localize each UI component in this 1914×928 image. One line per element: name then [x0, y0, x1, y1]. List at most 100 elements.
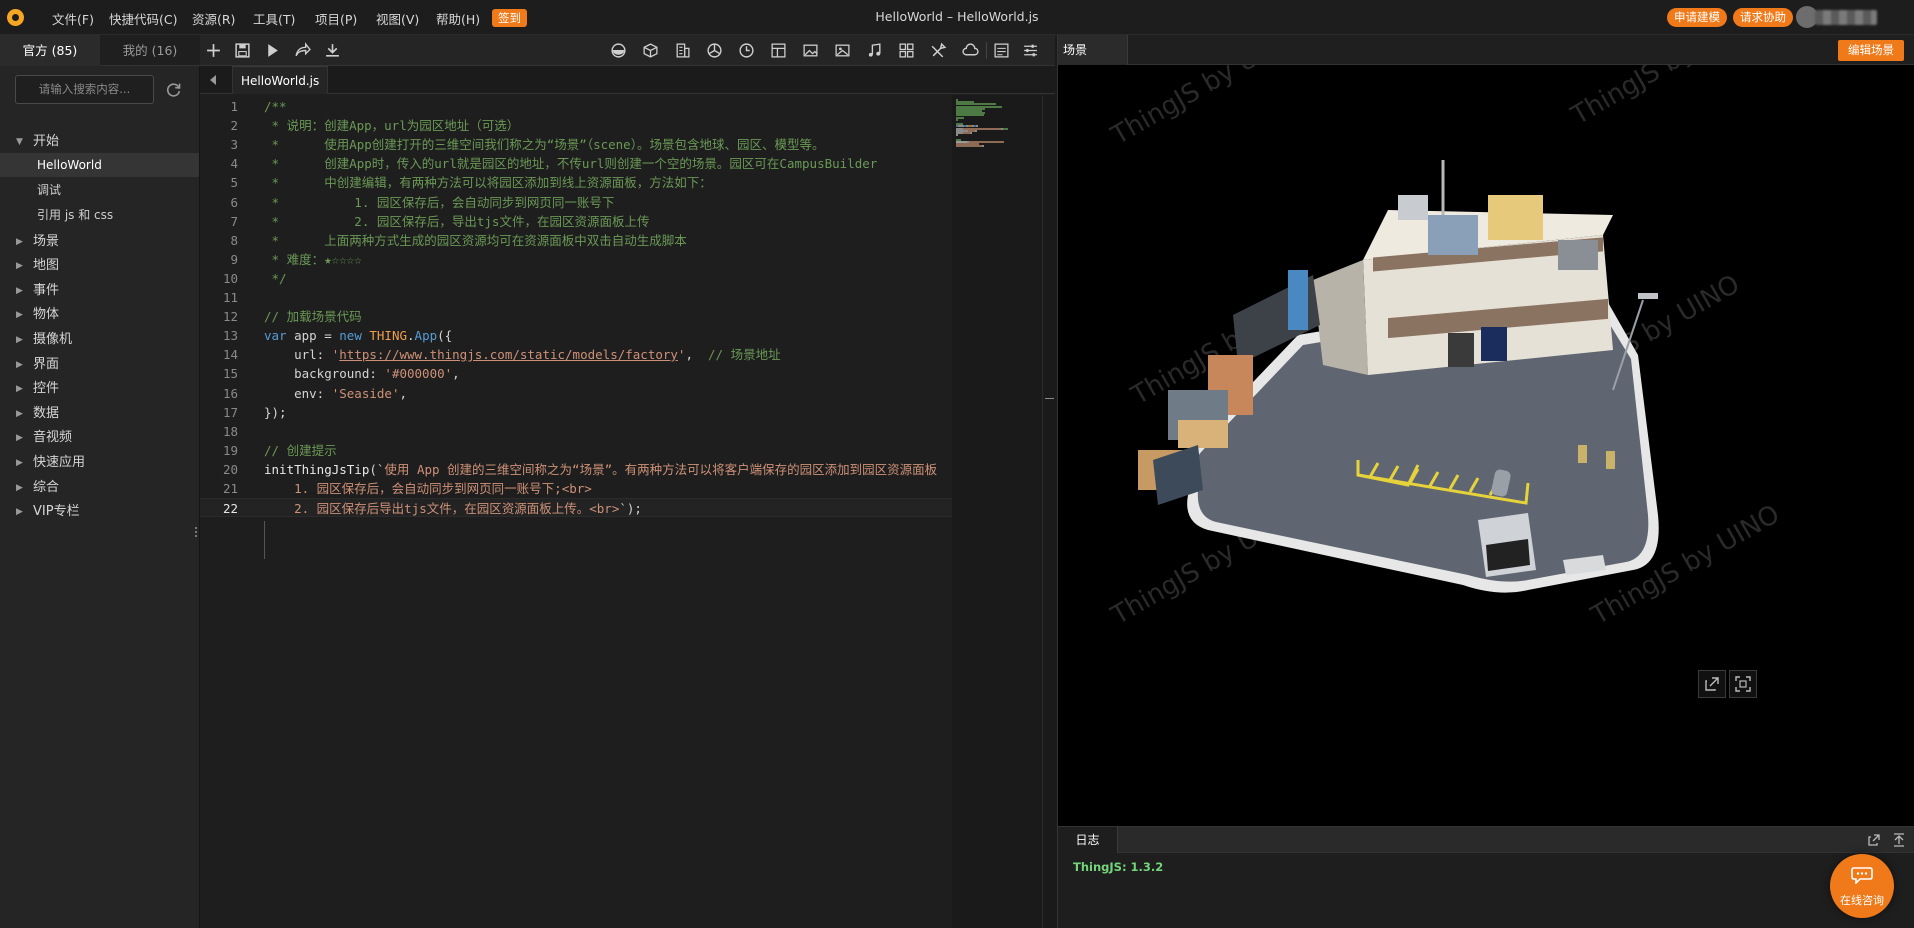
menu-resources[interactable]: 资源(R)	[192, 9, 235, 28]
music-icon[interactable]	[866, 42, 883, 59]
tab-scene[interactable]: 场景	[1058, 35, 1128, 65]
edit-scene-button[interactable]: 编辑场景	[1838, 40, 1904, 61]
code-area[interactable]: 1/** 2 * 说明：创建App，url为园区地址（可选） 3 * 使用App创建…	[200, 95, 952, 928]
code-line[interactable]: 22 2. 园区保存后导出tjs文件，在园区资源面板上传。<br>`);	[200, 498, 952, 518]
chevron-right-icon[interactable]: ▶	[16, 303, 23, 327]
share-icon[interactable]	[294, 42, 311, 59]
code-line[interactable]: 12 // 加载场景代码	[200, 307, 952, 326]
code-line[interactable]: 6 * 1. 园区保存后，会自动同步到网页同一账号下	[200, 193, 952, 212]
file-tab-helloworld[interactable]: HelloWorld.js	[232, 66, 329, 94]
picture-icon[interactable]	[834, 42, 851, 59]
username-blurred[interactable]	[1815, 10, 1877, 25]
tree-category[interactable]: ▶ 摄像机	[0, 328, 199, 352]
thingjs-logo-icon[interactable]	[7, 9, 24, 26]
code-line[interactable]: 19 // 创建提示	[200, 441, 952, 460]
code-line[interactable]: 11	[200, 288, 952, 307]
chevron-right-icon[interactable]: ▶	[16, 500, 23, 524]
menu-help[interactable]: 帮助(H)	[436, 9, 480, 28]
tree-category[interactable]: ▶ 控件	[0, 377, 199, 401]
chevron-right-icon[interactable]: ▶	[16, 353, 23, 377]
tree-category[interactable]: ▶ 场景	[0, 230, 199, 254]
menu-tools[interactable]: 工具(T)	[253, 9, 295, 28]
code-line[interactable]: 7 * 2. 园区保存后，导出tjs文件，在园区资源面板上传	[200, 212, 952, 231]
image-icon[interactable]	[802, 42, 819, 59]
code-line[interactable]: 9 * 难度：★☆☆☆☆	[200, 250, 952, 269]
fullscreen-view-button[interactable]	[1729, 670, 1757, 698]
chart-pie-icon[interactable]	[706, 42, 723, 59]
tree-category[interactable]: ▶ 快速应用	[0, 451, 199, 475]
save-icon[interactable]	[234, 42, 251, 59]
tree-item[interactable]: HelloWorld	[0, 152, 199, 177]
chevron-right-icon[interactable]: ▶	[16, 279, 23, 303]
tab-log[interactable]: 日志	[1058, 827, 1118, 853]
popout-view-button[interactable]	[1698, 670, 1726, 698]
code-line[interactable]: 21 1. 园区保存后，会自动同步到网页同一账号下;<br>	[200, 479, 952, 498]
chevron-right-icon[interactable]: ▶	[16, 426, 23, 450]
checkin-button[interactable]: 签到	[492, 9, 527, 27]
new-file-icon[interactable]	[205, 42, 222, 59]
code-line[interactable]: 17});	[200, 403, 952, 422]
download-icon[interactable]	[324, 42, 341, 59]
settings-sliders-icon[interactable]	[1022, 42, 1039, 59]
online-consult-button[interactable]: 在线咨询	[1830, 854, 1894, 918]
earth-icon[interactable]	[610, 42, 627, 59]
code-line[interactable]: 18	[200, 422, 952, 441]
tree-category[interactable]: ▶ 界面	[0, 353, 199, 377]
chevron-right-icon[interactable]: ▶	[16, 476, 23, 500]
chevron-right-icon[interactable]: ▶	[16, 402, 23, 426]
widgets-icon[interactable]	[898, 42, 915, 59]
tree-category[interactable]: ▶ 综合	[0, 476, 199, 500]
tree-item[interactable]: 引用 js 和 css	[0, 203, 199, 227]
notes-icon[interactable]	[993, 42, 1010, 59]
tree-category[interactable]: ▶ 物体	[0, 303, 199, 327]
tree-category[interactable]: ▶ VIP专栏	[0, 500, 199, 524]
chevron-right-icon[interactable]: ▶	[16, 377, 23, 401]
request-help-button[interactable]: 请求协助	[1733, 8, 1793, 27]
popout-log-icon[interactable]	[1866, 832, 1882, 848]
menu-view[interactable]: 视图(V)	[376, 9, 419, 28]
upload-log-icon[interactable]	[1891, 832, 1907, 848]
code-line[interactable]: 16 env: 'Seaside',	[200, 384, 952, 403]
tab-mine[interactable]: 我的 (16)	[100, 35, 200, 66]
tab-official[interactable]: 官方 (85)	[0, 35, 100, 66]
tree-category[interactable]: ▶ 事件	[0, 279, 199, 303]
clock-icon[interactable]	[738, 42, 755, 59]
tools-icon[interactable]	[930, 42, 947, 59]
run-icon[interactable]	[264, 42, 281, 59]
tree-category[interactable]: ▶ 音视频	[0, 426, 199, 450]
chevron-right-icon[interactable]: ▶	[16, 230, 23, 254]
code-line[interactable]: 14 url: 'https://www.thingjs.com/static/…	[200, 345, 952, 364]
code-line[interactable]: 2 * 说明：创建App，url为园区地址（可选）	[200, 116, 952, 135]
apply-modeling-button[interactable]: 申请建模	[1667, 8, 1727, 27]
menu-snippets[interactable]: 快捷代码(C)	[109, 9, 177, 28]
code-line[interactable]: 10 */	[200, 269, 952, 288]
search-input[interactable]: 请输入搜索内容...	[15, 75, 154, 104]
chevron-right-icon[interactable]: ▶	[16, 451, 23, 475]
chevron-right-icon[interactable]: ▶	[16, 254, 23, 278]
code-line[interactable]: 1 /**	[200, 97, 952, 116]
tree-category[interactable]: ▶ 数据	[0, 402, 199, 426]
code-line[interactable]: 4 * 创建App时，传入的url就是园区的地址，不传url则创建一个空的场景。…	[200, 154, 952, 173]
tree-category[interactable]: ▶ 地图	[0, 254, 199, 278]
cube-icon[interactable]	[642, 42, 659, 59]
tree-item[interactable]: 调试	[0, 178, 199, 202]
sidebar-resize-handle[interactable]	[194, 525, 198, 541]
tree-category[interactable]: ▼ 开始	[0, 130, 199, 154]
chevron-down-icon[interactable]: ▼	[16, 130, 23, 154]
code-line[interactable]: 20 initThingJsTip(`使用 App 创建的三维空间称之为“场景”。…	[200, 460, 952, 479]
collapse-sidebar-icon[interactable]	[208, 73, 218, 87]
menu-project[interactable]: 项目(P)	[315, 9, 357, 28]
chevron-right-icon[interactable]: ▶	[16, 328, 23, 352]
code-line[interactable]: 5 * 中创建编辑，有两种方法可以将园区添加到线上资源面板，方法如下：	[200, 173, 952, 192]
vertical-scrollbar[interactable]	[1042, 95, 1055, 928]
code-line[interactable]: 8 * 上面两种方式生成的园区资源均可在资源面板中双击自动生成脚本	[200, 231, 952, 250]
3d-viewport[interactable]: ThingJS by UINO ThingJS by UINO ThingJS …	[1058, 65, 1914, 826]
code-line[interactable]: 13 var app = new THING.App({	[200, 326, 952, 345]
code-line[interactable]: 3 * 使用App创建打开的三维空间我们称之为“场景”（scene）。场景包含地…	[200, 135, 952, 154]
refresh-icon[interactable]	[165, 81, 182, 98]
minimap[interactable]	[952, 95, 1042, 928]
building-icon[interactable]	[674, 42, 691, 59]
menu-file[interactable]: 文件(F)	[52, 9, 94, 28]
code-line[interactable]: 15 background: '#000000',	[200, 364, 952, 383]
cloud-icon[interactable]	[962, 42, 979, 59]
